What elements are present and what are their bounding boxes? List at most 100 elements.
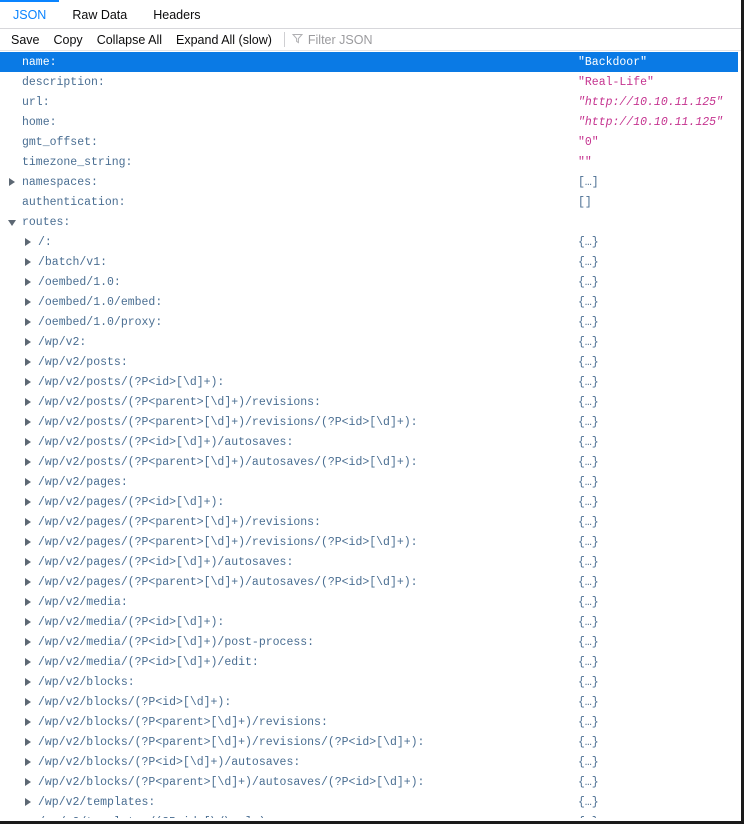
- json-row[interactable]: /wp/v2/templates: {…}: [0, 792, 738, 812]
- chevron-right-icon[interactable]: [24, 337, 33, 347]
- json-row[interactable]: routes:: [0, 212, 738, 232]
- json-row[interactable]: /wp/v2/pages/(?P<parent>[\d]+)/revisions…: [0, 532, 738, 552]
- json-row[interactable]: /wp/v2/posts/(?P<parent>[\d]+)/autosaves…: [0, 452, 738, 472]
- expand-all-button[interactable]: Expand All (slow): [169, 30, 279, 50]
- json-row[interactable]: /wp/v2/posts/(?P<parent>[\d]+)/revisions…: [0, 392, 738, 412]
- tab-raw-data[interactable]: Raw Data: [59, 0, 140, 28]
- json-row-label: /:: [24, 236, 52, 249]
- json-value[interactable]: "http://10.10.11.125": [578, 112, 723, 132]
- chevron-right-icon[interactable]: [24, 797, 33, 807]
- json-row[interactable]: /wp/v2/blocks/(?P<id>[\d]+)/autosaves: {……: [0, 752, 738, 772]
- json-row[interactable]: /oembed/1.0/embed: {…}: [0, 292, 738, 312]
- chevron-right-icon[interactable]: [24, 277, 33, 287]
- chevron-right-icon[interactable]: [24, 817, 33, 818]
- copy-button[interactable]: Copy: [47, 30, 90, 50]
- json-row[interactable]: description: "Real-Life": [0, 72, 738, 92]
- chevron-right-icon[interactable]: [24, 557, 33, 567]
- chevron-right-icon[interactable]: [24, 357, 33, 367]
- json-value[interactable]: "http://10.10.11.125": [578, 92, 723, 112]
- json-row[interactable]: /: {…}: [0, 232, 738, 252]
- collapse-all-button[interactable]: Collapse All: [90, 30, 169, 50]
- json-row[interactable]: /wp/v2/blocks/(?P<parent>[\d]+)/revision…: [0, 712, 738, 732]
- json-row[interactable]: /wp/v2/posts/(?P<id>[\d]+)/autosaves: {…}: [0, 432, 738, 452]
- json-row[interactable]: /wp/v2/posts: {…}: [0, 352, 738, 372]
- json-row[interactable]: /wp/v2/pages/(?P<parent>[\d]+)/revisions…: [0, 512, 738, 532]
- chevron-right-icon[interactable]: [24, 497, 33, 507]
- json-row[interactable]: home: "http://10.10.11.125": [0, 112, 738, 132]
- json-key: namespaces:: [22, 175, 98, 189]
- chevron-right-icon[interactable]: [8, 177, 17, 187]
- chevron-right-icon[interactable]: [24, 597, 33, 607]
- json-row-label: gmt_offset:: [8, 136, 98, 149]
- json-row[interactable]: /wp/v2/media: {…}: [0, 592, 738, 612]
- json-row[interactable]: /wp/v2/pages/(?P<id>[\d]+)/autosaves: {…}: [0, 552, 738, 572]
- json-row[interactable]: /batch/v1: {…}: [0, 252, 738, 272]
- json-value: {…}: [578, 795, 599, 809]
- chevron-right-icon[interactable]: [24, 437, 33, 447]
- filter-json-field[interactable]: [290, 31, 458, 49]
- chevron-right-icon[interactable]: [24, 577, 33, 587]
- chevron-right-icon[interactable]: [24, 517, 33, 527]
- chevron-right-icon[interactable]: [24, 397, 33, 407]
- json-row[interactable]: /wp/v2/media/(?P<id>[\d]+)/edit: {…}: [0, 652, 738, 672]
- json-value: {…}: [578, 235, 599, 249]
- chevron-down-icon[interactable]: [8, 218, 17, 227]
- json-row[interactable]: /oembed/1.0/proxy: {…}: [0, 312, 738, 332]
- chevron-right-icon[interactable]: [24, 457, 33, 467]
- json-row[interactable]: /wp/v2/blocks/(?P<id>[\d]+): {…}: [0, 692, 738, 712]
- json-row[interactable]: /wp/v2/media/(?P<id>[\d]+): {…}: [0, 612, 738, 632]
- chevron-right-icon[interactable]: [24, 697, 33, 707]
- json-value: "Backdoor": [578, 55, 648, 69]
- chevron-right-icon[interactable]: [24, 617, 33, 627]
- chevron-right-icon[interactable]: [24, 717, 33, 727]
- chevron-right-icon[interactable]: [24, 637, 33, 647]
- json-value: {…}: [578, 295, 599, 309]
- json-row[interactable]: authentication: []: [0, 192, 738, 212]
- json-row[interactable]: /wp/v2/posts/(?P<parent>[\d]+)/revisions…: [0, 412, 738, 432]
- chevron-right-icon[interactable]: [24, 537, 33, 547]
- json-row[interactable]: /wp/v2/blocks/(?P<parent>[\d]+)/revision…: [0, 732, 738, 752]
- json-row[interactable]: url: "http://10.10.11.125": [0, 92, 738, 112]
- json-tree[interactable]: name: "Backdoor" description: "Real-Life" ur…: [0, 52, 738, 818]
- chevron-right-icon[interactable]: [24, 737, 33, 747]
- json-row[interactable]: gmt_offset: "0": [0, 132, 738, 152]
- json-key: /wp/v2/posts:: [38, 355, 128, 369]
- chevron-right-icon[interactable]: [24, 257, 33, 267]
- json-row[interactable]: /wp/v2/pages: {…}: [0, 472, 738, 492]
- json-key: /wp/v2/posts/(?P<id>[\d]+):: [38, 375, 225, 389]
- json-value: {…}: [578, 535, 599, 549]
- json-row[interactable]: name: "Backdoor": [0, 52, 738, 72]
- json-row[interactable]: /wp/v2/blocks/(?P<parent>[\d]+)/autosave…: [0, 772, 738, 792]
- filter-json-input[interactable]: [307, 32, 458, 47]
- json-key: name:: [22, 55, 57, 69]
- chevron-right-icon[interactable]: [24, 297, 33, 307]
- chevron-right-icon[interactable]: [24, 477, 33, 487]
- save-button[interactable]: Save: [4, 30, 47, 50]
- json-row-label: /wp/v2/blocks/(?P<parent>[\d]+)/autosave…: [24, 776, 424, 789]
- json-row[interactable]: namespaces: […]: [0, 172, 738, 192]
- chevron-right-icon[interactable]: [24, 417, 33, 427]
- json-row-label: /wp/v2/media/(?P<id>[\d]+)/edit:: [24, 656, 259, 669]
- chevron-right-icon[interactable]: [24, 657, 33, 667]
- json-row[interactable]: /wp/v2: {…}: [0, 332, 738, 352]
- json-row[interactable]: /wp/v2/pages/(?P<parent>[\d]+)/autosaves…: [0, 572, 738, 592]
- json-key: /wp/v2/pages/(?P<id>[\d]+):: [38, 495, 225, 509]
- toolbar-divider: [283, 32, 285, 47]
- chevron-right-icon[interactable]: [24, 317, 33, 327]
- chevron-right-icon[interactable]: [24, 757, 33, 767]
- tab-json[interactable]: JSON: [0, 0, 60, 28]
- chevron-right-icon[interactable]: [24, 777, 33, 787]
- chevron-right-icon[interactable]: [24, 237, 33, 247]
- json-row[interactable]: /oembed/1.0: {…}: [0, 272, 738, 292]
- json-row[interactable]: /wp/v2/templates/(?P<id>[\/\w-]+): {…}: [0, 812, 738, 818]
- json-row[interactable]: /wp/v2/pages/(?P<id>[\d]+): {…}: [0, 492, 738, 512]
- chevron-right-icon[interactable]: [24, 377, 33, 387]
- json-row[interactable]: /wp/v2/posts/(?P<id>[\d]+): {…}: [0, 372, 738, 392]
- chevron-right-icon[interactable]: [24, 677, 33, 687]
- json-row[interactable]: /wp/v2/media/(?P<id>[\d]+)/post-process:…: [0, 632, 738, 652]
- tab-headers[interactable]: Headers: [140, 0, 213, 28]
- json-row[interactable]: timezone_string: "": [0, 152, 738, 172]
- json-key: /oembed/1.0/proxy:: [38, 315, 163, 329]
- json-row-label: name:: [8, 56, 57, 69]
- json-row[interactable]: /wp/v2/blocks: {…}: [0, 672, 738, 692]
